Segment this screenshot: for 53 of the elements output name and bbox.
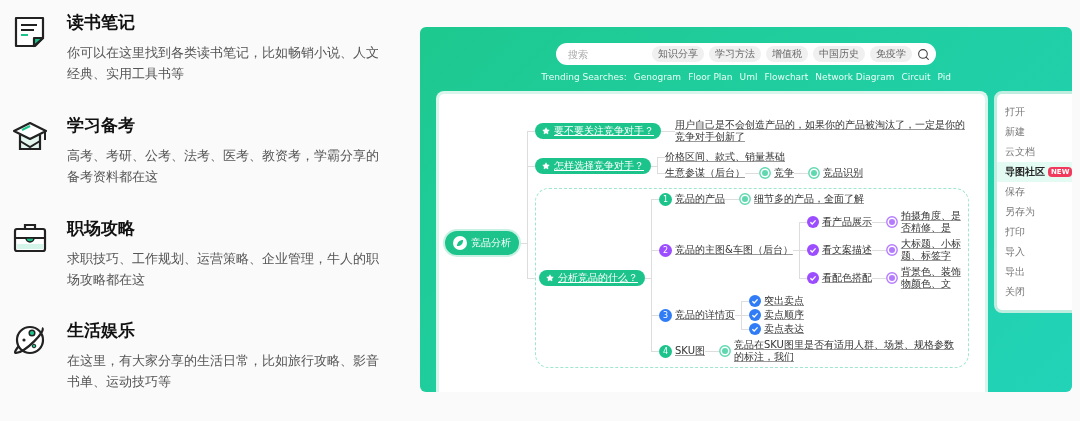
search-chip[interactable]: 中国历史 — [813, 46, 865, 62]
menu-item[interactable]: 导入 — [997, 242, 1072, 262]
number-badge: 2 — [659, 243, 672, 257]
menu-item[interactable]: 新建 — [997, 122, 1072, 142]
number-badge: 1 — [659, 192, 672, 206]
feature-title: 读书笔记 — [67, 11, 136, 34]
menu-item[interactable]: 关闭 — [997, 282, 1072, 302]
feature-title: 职场攻略 — [67, 216, 136, 240]
menu-item[interactable]: 打开 — [997, 102, 1072, 122]
star-icon — [542, 162, 550, 170]
node-label: 生意参谋（后台） — [665, 167, 745, 179]
leaf-icon — [453, 236, 467, 250]
node-label: 竞品在SKU图里是否有适用人群、场景、规格参数的标注，我们 — [733, 339, 954, 363]
node-label: 竞争 — [774, 167, 794, 179]
node-label: 背景色、装饰物颜色、文 — [900, 266, 962, 290]
menu-item[interactable]: 云文档 — [997, 142, 1072, 162]
search-chip[interactable]: 知识分享 — [652, 46, 704, 62]
node-label: 用户自己是不会创造产品的，如果你的产品被淘汰了，一定是你的竞争对手创新了 — [675, 119, 965, 143]
menu-item[interactable]: 导出 — [997, 262, 1072, 282]
number-badge: 4 — [659, 344, 672, 358]
feature-title: 生活娱乐 — [67, 319, 136, 343]
node-label: 突出卖点 — [764, 295, 804, 307]
search-field[interactable]: 搜索 知识分享 学习方法 增值税 中国历史 免疫学 — [556, 43, 936, 65]
number-badge: 3 — [659, 308, 672, 322]
menu-item[interactable]: 保存 — [997, 182, 1072, 202]
node-label: 竞品识别 — [823, 167, 863, 179]
node-label: 竞品的详情页 — [675, 309, 735, 321]
node-label: 看配色搭配 — [821, 272, 872, 284]
node-label: 卖点顺序 — [764, 309, 804, 321]
node-label: 竞品的产品 — [675, 193, 725, 205]
menu-item[interactable]: 另存为 — [997, 202, 1072, 222]
search-chip[interactable]: 学习方法 — [709, 46, 761, 62]
menu-item[interactable]: 打印 — [997, 222, 1072, 242]
star-icon — [546, 274, 554, 282]
node-label: 看产品展示 — [821, 216, 872, 228]
node-label: 竞品的主图&车图（后台） — [675, 244, 793, 256]
node-label: 价格区间、款式、销量基础 — [665, 151, 785, 163]
feature-description: 你可以在这里找到各类读书笔记，比如畅销小说、人文经典、实用工具书等 — [67, 44, 380, 83]
feature-description: 在这里，有大家分享的生活日常，比如旅行攻略、影音书单、运动技巧等 — [67, 352, 380, 392]
trending-label: Trending Searches: — [541, 72, 627, 82]
search-icon[interactable] — [917, 47, 930, 61]
node-label: 卖点表达 — [764, 323, 804, 335]
feature-description: 高考、考研、公考、法考、医考、教资考，学霸分享的备考资料都在这 — [67, 146, 380, 186]
node-label: 细节多的产品，全面了解 — [754, 193, 864, 205]
node-label: 大标题、小标题、标签字 — [900, 238, 962, 262]
feature-title: 学习备考 — [67, 113, 136, 137]
search-chip[interactable]: 增值税 — [766, 46, 808, 62]
node-label: SKU图 — [675, 345, 705, 357]
star-icon — [542, 127, 550, 135]
search-chip[interactable]: 免疫学 — [870, 46, 912, 62]
node-label: 拍摄角度、是否精修、是 — [900, 210, 962, 234]
feature-description: 求职技巧、工作规划、运营策略、企业管理，牛人的职场攻略都在这 — [67, 249, 380, 289]
node-label: 看文案描述 — [821, 244, 872, 256]
